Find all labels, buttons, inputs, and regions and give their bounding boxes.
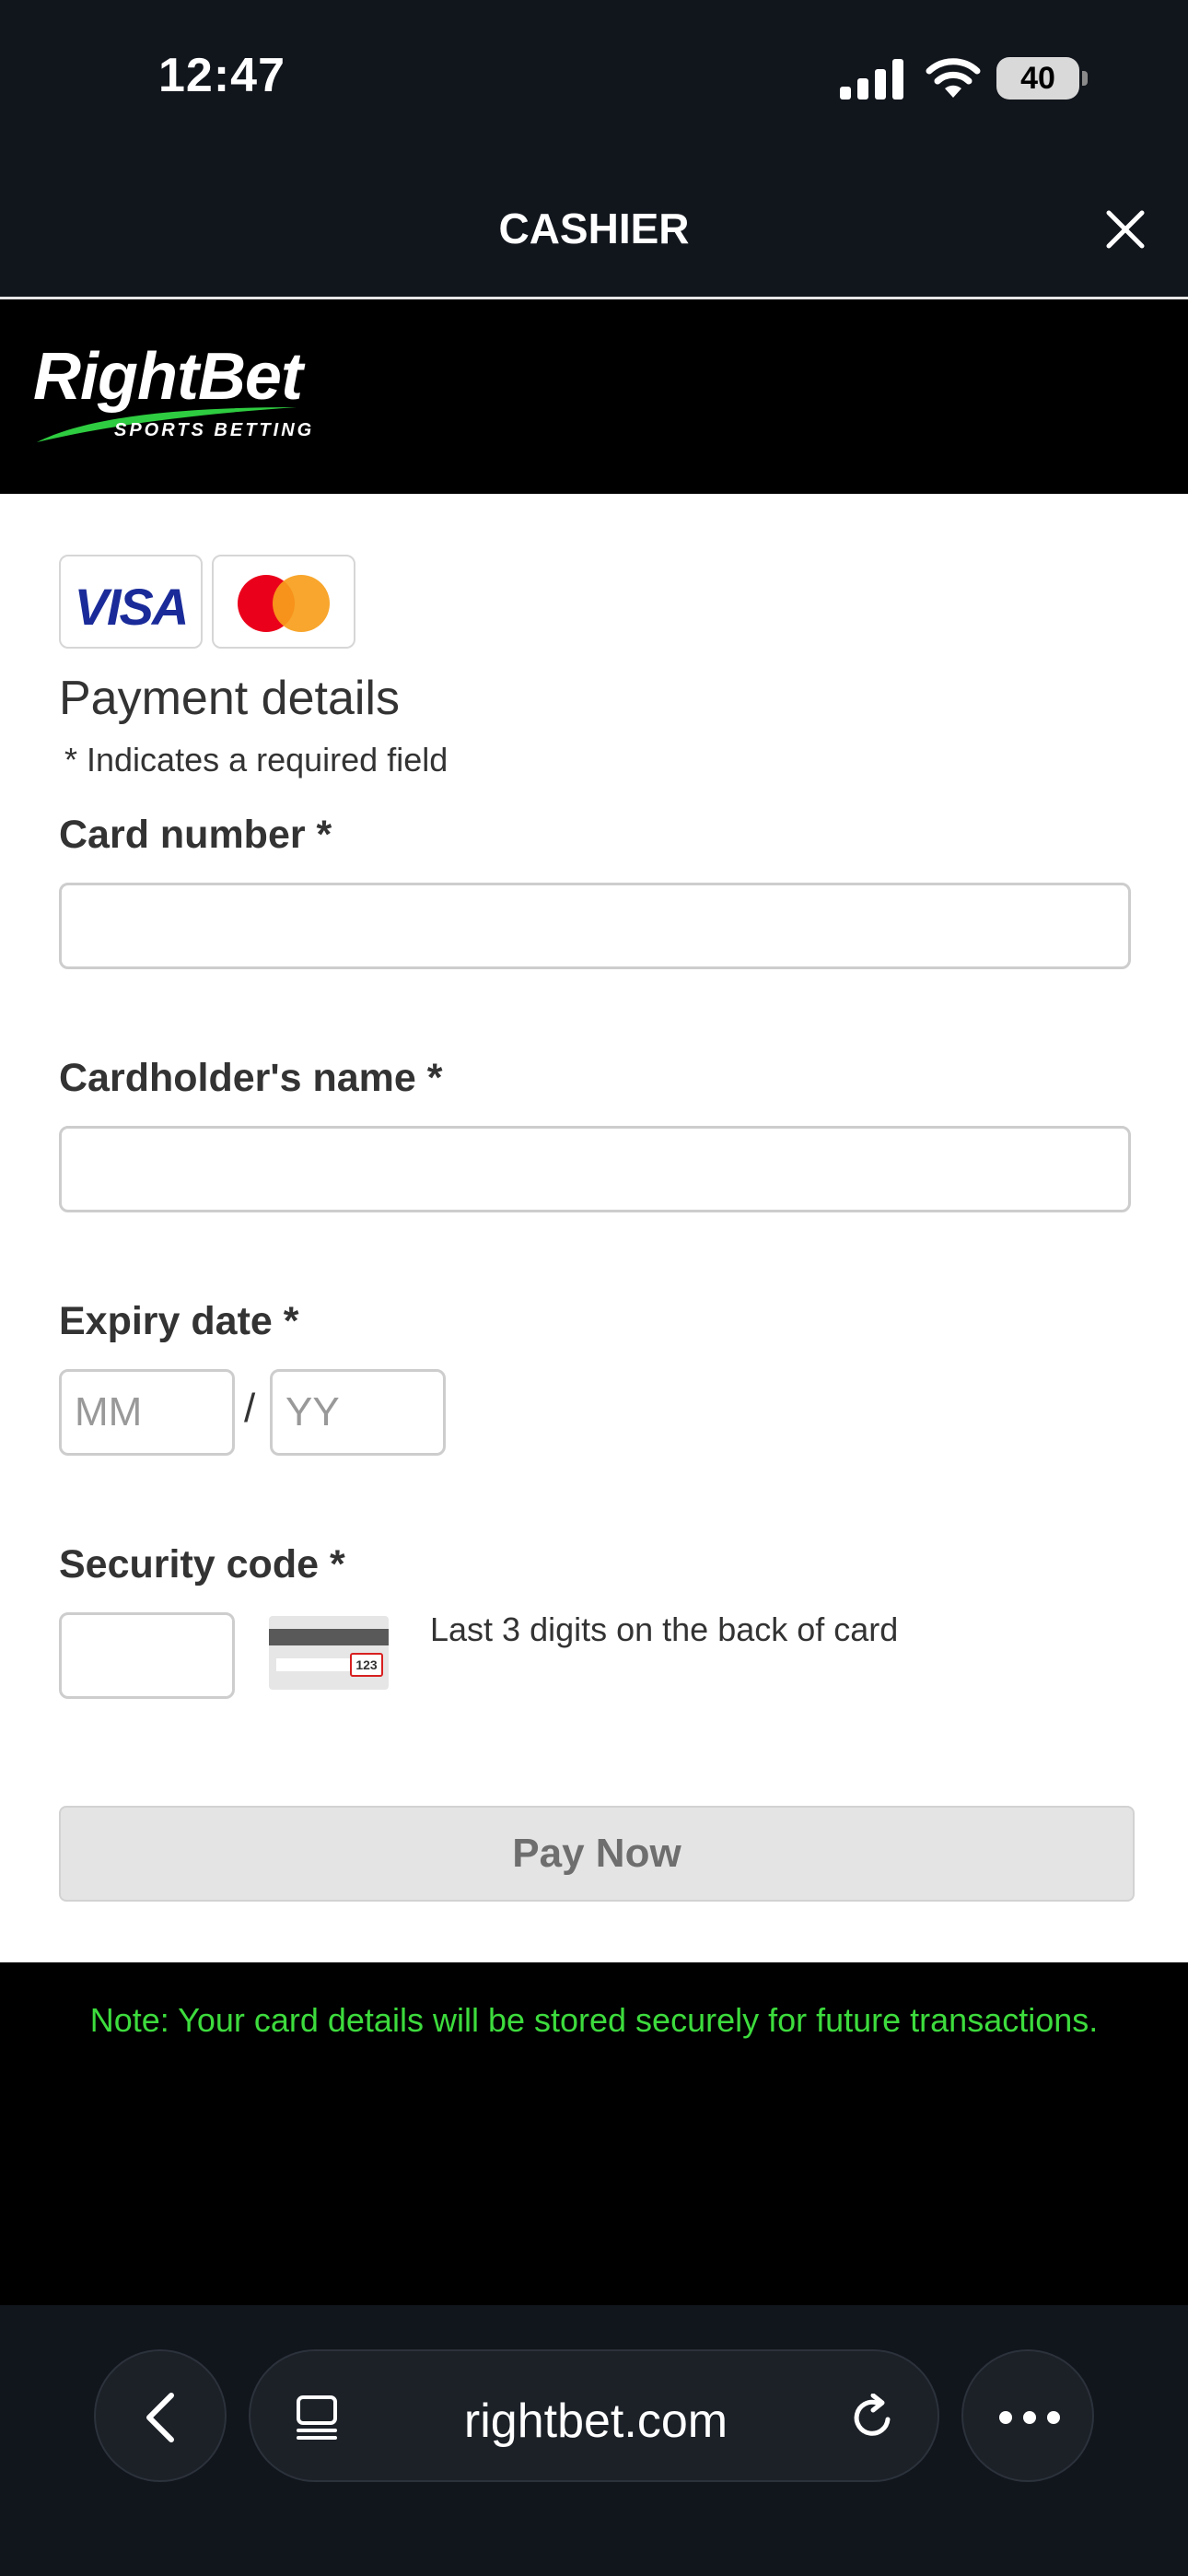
cashier-header: CASHIER: [0, 161, 1188, 299]
battery-icon: 40: [996, 57, 1088, 100]
more-button[interactable]: [961, 2349, 1094, 2482]
back-button[interactable]: [94, 2349, 227, 2482]
visa-logo: VISA: [59, 555, 203, 649]
expiry-separator: /: [244, 1386, 256, 1431]
brand-band: RightBet SPORTS BETTING: [0, 302, 1188, 494]
payment-form: VISA Payment details * Indicates a requi…: [0, 494, 1188, 1962]
signal-icon: [840, 59, 903, 100]
address-bar[interactable]: rightbet.com: [249, 2349, 939, 2482]
security-code-hint: Last 3 digits on the back of card: [430, 1610, 899, 1648]
mastercard-orange-circle: [273, 575, 330, 632]
signature-strip: [276, 1658, 350, 1671]
expiry-month-input[interactable]: [59, 1369, 235, 1456]
close-icon[interactable]: [1103, 207, 1147, 252]
visa-text: VISA: [74, 578, 190, 636]
url-text: rightbet.com: [463, 2395, 728, 2448]
page-title: CASHIER: [498, 205, 690, 252]
card-back-icon: 123: [269, 1616, 389, 1690]
reload-icon[interactable]: [849, 2394, 897, 2441]
brand-tagline: SPORTS BETTING: [114, 420, 315, 440]
browser-toolbar: rightbet.com: [0, 2305, 1188, 2576]
cardholder-label: Cardholder's name *: [59, 1056, 443, 1100]
security-code-label: Security code *: [59, 1542, 345, 1587]
back-icon: [146, 2393, 174, 2442]
security-code-input[interactable]: [59, 1612, 235, 1699]
card-number-input[interactable]: [59, 883, 1131, 969]
status-bar: 12:47 40: [0, 0, 1188, 161]
expiry-year-input[interactable]: [270, 1369, 446, 1456]
cardholder-input[interactable]: [59, 1126, 1131, 1212]
section-title: Payment details: [59, 672, 400, 725]
cvv-sample: 123: [350, 1653, 383, 1677]
required-note: * Indicates a required field: [64, 741, 448, 779]
battery-level: 40: [1020, 61, 1055, 96]
more-icon: [999, 2411, 1060, 2424]
card-number-label: Card number *: [59, 813, 332, 857]
status-time: 12:47: [158, 49, 285, 102]
card-stripe: [269, 1629, 389, 1645]
expiry-label: Expiry date *: [59, 1299, 299, 1343]
mastercard-logo: [212, 555, 355, 649]
pay-now-button[interactable]: Pay Now: [59, 1806, 1135, 1902]
storage-note: Note: Your card details will be stored s…: [89, 2001, 1099, 2039]
wifi-icon: [926, 58, 981, 98]
